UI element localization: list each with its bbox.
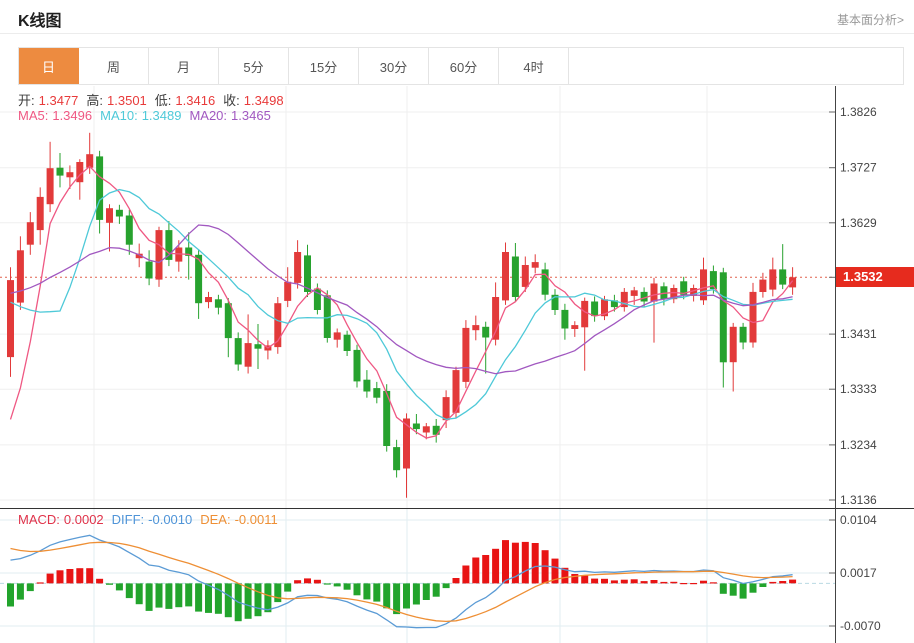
svg-text:0.0104: 0.0104 <box>840 513 877 527</box>
legend-item-dea: DEA:-0.0011 <box>200 512 281 527</box>
ohlc-legend: 开:1.3477 高:1.3501 低:1.3416 收:1.3498 <box>18 90 292 109</box>
ma-legend: MA5:1.3496 MA10:1.3489 MA20:1.3465 <box>18 108 279 123</box>
svg-text:-0.0070: -0.0070 <box>840 619 881 633</box>
svg-text:1.3136: 1.3136 <box>840 493 877 507</box>
svg-text:1.3431: 1.3431 <box>840 327 877 341</box>
svg-text:1.3629: 1.3629 <box>840 216 877 230</box>
macd-legend: MACD:0.0002 DIFF:-0.0010DEA:-0.0011 <box>18 512 286 527</box>
svg-text:1.3234: 1.3234 <box>840 438 877 452</box>
legend-item-open: 开:1.3477 <box>18 93 82 108</box>
legend-item-close: 收:1.3498 <box>223 93 287 108</box>
legend-item-high: 高:1.3501 <box>86 93 150 108</box>
legend-item-ma5: MA5:1.3496 <box>18 108 96 123</box>
svg-text:0.0017: 0.0017 <box>840 566 877 580</box>
last-price-tag: 1.3532 <box>836 267 914 287</box>
svg-text:1.3826: 1.3826 <box>840 105 877 119</box>
legend-item-ma10: MA10:1.3489 <box>100 108 185 123</box>
svg-text:1.3333: 1.3333 <box>840 382 877 396</box>
legend-item-diff: DIFF:-0.0010 <box>112 512 197 527</box>
legend-item-low: 低:1.3416 <box>155 93 219 108</box>
svg-text:1.3727: 1.3727 <box>840 161 877 175</box>
legend-item-ma20: MA20:1.3465 <box>189 108 274 123</box>
legend-item-macd: MACD:0.0002 <box>18 512 108 527</box>
kline-module: K线图 基本面分析> 日周月5分15分30分60分4时 1.38261.3727… <box>0 0 914 643</box>
